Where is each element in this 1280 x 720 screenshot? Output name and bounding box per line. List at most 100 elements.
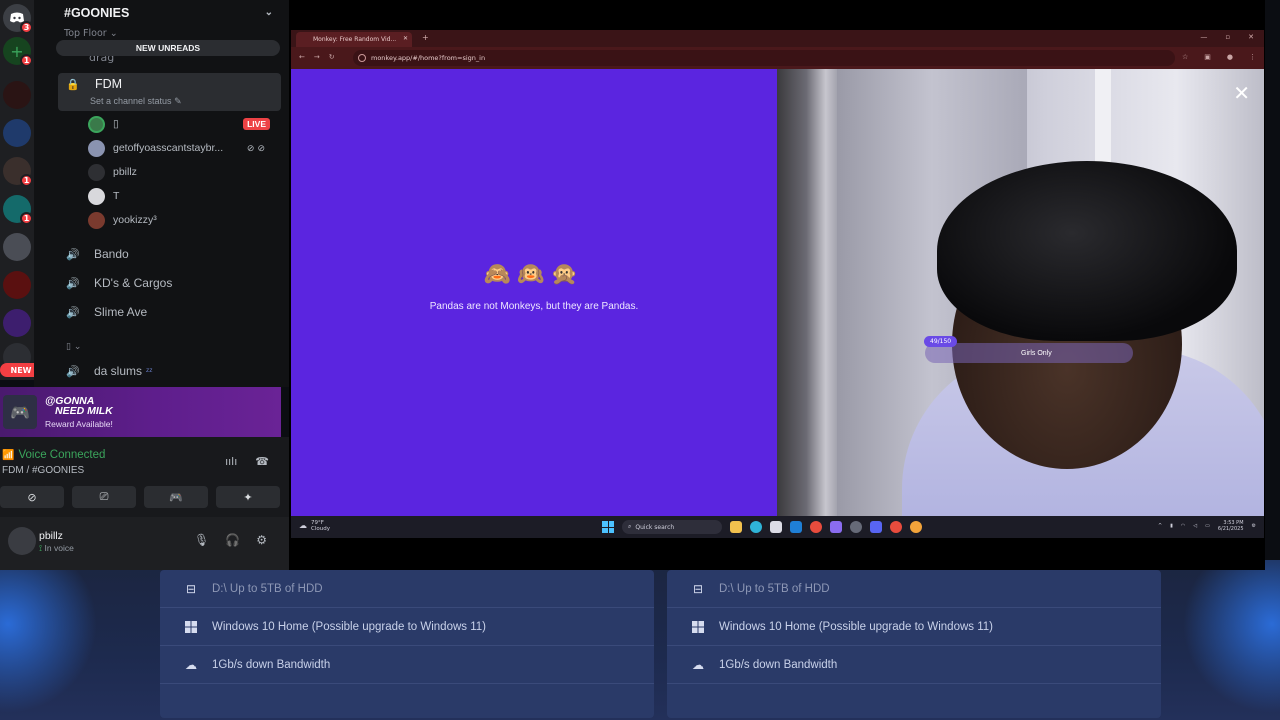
tab-close-icon[interactable]: ✕	[403, 35, 408, 42]
screen-share-button[interactable]: ⎚	[72, 486, 136, 508]
tray-chevron-icon[interactable]: ^	[1158, 523, 1162, 529]
discord-icon[interactable]	[870, 521, 882, 533]
server-name: #GOONIES	[64, 6, 130, 20]
start-icon[interactable]	[602, 521, 614, 533]
voice-user-name: yookizzy³	[113, 214, 157, 226]
voice-user[interactable]: T	[88, 186, 278, 206]
chrome-icon[interactable]	[810, 521, 822, 533]
camera-off-icon: ⊘	[27, 490, 37, 504]
spec-row: ⊟ D:\ Up to 5TB of HDD	[160, 570, 654, 608]
server-icon[interactable]	[3, 309, 31, 337]
server-icon[interactable]	[3, 81, 31, 109]
store-icon[interactable]	[770, 521, 782, 533]
nav-icons[interactable]: ←→↻	[299, 53, 344, 61]
file-explorer-icon[interactable]	[730, 521, 742, 533]
spec-text: Windows 10 Home (Possible upgrade to Win…	[719, 620, 993, 633]
unread-badge: 1	[20, 174, 33, 187]
edge-icon[interactable]	[750, 521, 762, 533]
bookmark-star-icon[interactable]: ☆	[1182, 53, 1188, 61]
discord-home-icon[interactable]: 3	[3, 4, 33, 34]
channel-kds-cargos[interactable]: 🔊 KD's & Cargos	[66, 276, 172, 290]
voice-user[interactable]: getoffyoasscantstaybr... ⊘⊘	[88, 138, 278, 158]
site-info-icon[interactable]	[358, 54, 366, 62]
add-server-icon[interactable]: + 1	[3, 37, 33, 67]
weather-widget[interactable]: ☁ 79°F Cloudy	[299, 520, 330, 532]
voice-user[interactable]: ▯ LIVE	[88, 114, 278, 134]
camera-off-button[interactable]: ⊘	[0, 486, 64, 508]
chrome-icon[interactable]	[910, 521, 922, 533]
battery-icon[interactable]: ▭	[1205, 523, 1210, 529]
category-label[interactable]: Top Floor ⌄	[64, 28, 118, 39]
browser-tab[interactable]: Monkey: Free Random Vid... ✕	[296, 32, 412, 47]
profile-icon[interactable]: ●	[1227, 53, 1233, 61]
avatar	[88, 139, 105, 157]
lock-icon: 🔒	[66, 78, 80, 91]
close-icon[interactable]: ✕	[1233, 81, 1250, 105]
channel-name: da slums	[94, 364, 143, 378]
match-filter-tag[interactable]: Girls Only	[925, 343, 1133, 363]
voice-user[interactable]: yookizzy³	[88, 210, 278, 230]
wifi-icon[interactable]: ◠	[1181, 523, 1185, 529]
browser-window: Monkey: Free Random Vid... ✕ + — ▫ ✕ ←→↻…	[291, 30, 1264, 538]
outlook-icon[interactable]	[790, 521, 802, 533]
server-icon[interactable]	[3, 271, 31, 299]
server-icon[interactable]	[3, 119, 31, 147]
speaker-icon: 🔊	[66, 365, 80, 378]
url-field[interactable]: monkey.app/#/home?from=sign_in	[353, 50, 1175, 66]
mute-deafen-icon: ⊘⊘	[246, 142, 268, 153]
system-tray: ^ ▮ ◠ ◁ ▭ 3:53 PM 6/21/2025 ⚙	[1158, 520, 1256, 532]
server-icon[interactable]: 1	[3, 157, 33, 187]
channel-fdm[interactable]: 🔒 FDM	[66, 77, 122, 91]
collapsed-category[interactable]: ▯ ⌄	[66, 342, 81, 352]
extensions-icon[interactable]: ▣	[1204, 53, 1211, 61]
promo-title: @GONNA NEED MILK	[45, 395, 113, 417]
spec-text: 1Gb/s down Bandwidth	[212, 658, 331, 671]
channel-status[interactable]: Set a channel status ✎	[90, 96, 182, 107]
tray-app-icon[interactable]: ▮	[1170, 523, 1173, 529]
channel-slime-ave[interactable]: 🔊 Slime Ave	[66, 305, 147, 319]
new-unreads-banner[interactable]: NEW UNREADS	[56, 40, 280, 56]
menu-dots-icon[interactable]: ⋮	[1249, 53, 1256, 61]
taskbar-search[interactable]: ⌕ Quick search	[622, 520, 722, 534]
settings-icon[interactable]	[850, 521, 862, 533]
disconnect-icon[interactable]: ☎	[255, 455, 269, 468]
gear-icon[interactable]: ⚙	[256, 533, 267, 547]
maximize-icon[interactable]: ▫	[1225, 33, 1230, 41]
noise-suppression-icon[interactable]: ıılı	[225, 455, 237, 468]
volume-icon[interactable]: ◁	[1193, 523, 1197, 529]
server-icon[interactable]: 1	[3, 195, 33, 225]
server-icon[interactable]	[3, 233, 31, 261]
search-placeholder: Quick search	[635, 523, 675, 531]
app-icon[interactable]	[830, 521, 842, 533]
voice-status[interactable]: 📶 Voice Connected	[2, 449, 105, 461]
chrome-icon[interactable]	[890, 521, 902, 533]
notification-icon[interactable]: ⚙	[1252, 523, 1256, 529]
download-cloud-icon: ☁	[185, 657, 197, 672]
address-bar-actions: ☆ ▣ ● ⋮	[1182, 53, 1256, 61]
voice-user[interactable]: pbillz	[88, 162, 278, 182]
voice-connection-panel: 📶 Voice Connected FDM / #GOONIES ıılı ☎ …	[0, 437, 289, 517]
avatar[interactable]	[8, 527, 36, 555]
soundboard-button[interactable]: ✦	[216, 486, 280, 508]
activities-button[interactable]: 🎮	[144, 486, 208, 508]
channel-bando[interactable]: 🔊 Bando	[66, 247, 129, 261]
clock[interactable]: 3:53 PM 6/21/2025	[1218, 520, 1244, 532]
minimize-icon[interactable]: —	[1200, 33, 1207, 41]
reward-promo[interactable]: 🎮 @GONNA NEED MILK Reward Available!	[0, 387, 281, 437]
voice-user-name: ▯	[113, 118, 119, 130]
server-header[interactable]: #GOONIES ⌄	[34, 0, 289, 26]
new-tab-icon[interactable]: +	[422, 33, 429, 42]
spec-row: ⊟ D:\ Up to 5TB of HDD	[667, 570, 1161, 608]
channel-da-slums[interactable]: 🔊 da slums ᶻᶻ	[66, 364, 152, 378]
voice-location[interactable]: FDM / #GOONIES	[2, 465, 84, 476]
background-glow-left	[0, 560, 120, 720]
username[interactable]: pbillz	[39, 530, 63, 542]
browser-tabbar: Monkey: Free Random Vid... ✕ + — ▫ ✕	[291, 30, 1264, 47]
headphones-icon[interactable]: 🎧	[225, 533, 240, 547]
user-controls: 🎙 🎧 ⚙	[194, 533, 267, 547]
avatar	[88, 115, 105, 133]
microphone-icon[interactable]: 🎙	[194, 533, 209, 547]
user-status: ⟟ In voice	[39, 543, 74, 553]
close-window-icon[interactable]: ✕	[1248, 33, 1254, 41]
spec-row: ☁ 1Gb/s down Bandwidth	[160, 646, 654, 684]
